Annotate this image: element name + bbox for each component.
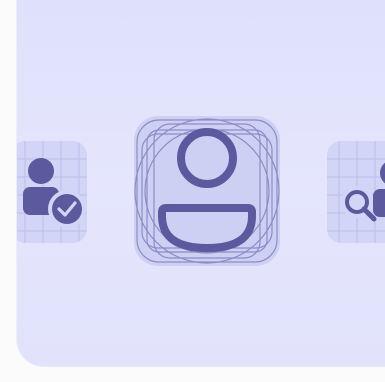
person-search-icon: [341, 162, 385, 222]
person-check-icon: [23, 158, 86, 228]
icon-tile-person-check[interactable]: [17, 141, 87, 243]
icon-showcase-card: [16, 0, 385, 367]
icon-tile-person-outline[interactable]: [134, 116, 280, 266]
icon-tile-person-search[interactable]: [327, 141, 385, 243]
person-outline-icon: [158, 128, 256, 252]
